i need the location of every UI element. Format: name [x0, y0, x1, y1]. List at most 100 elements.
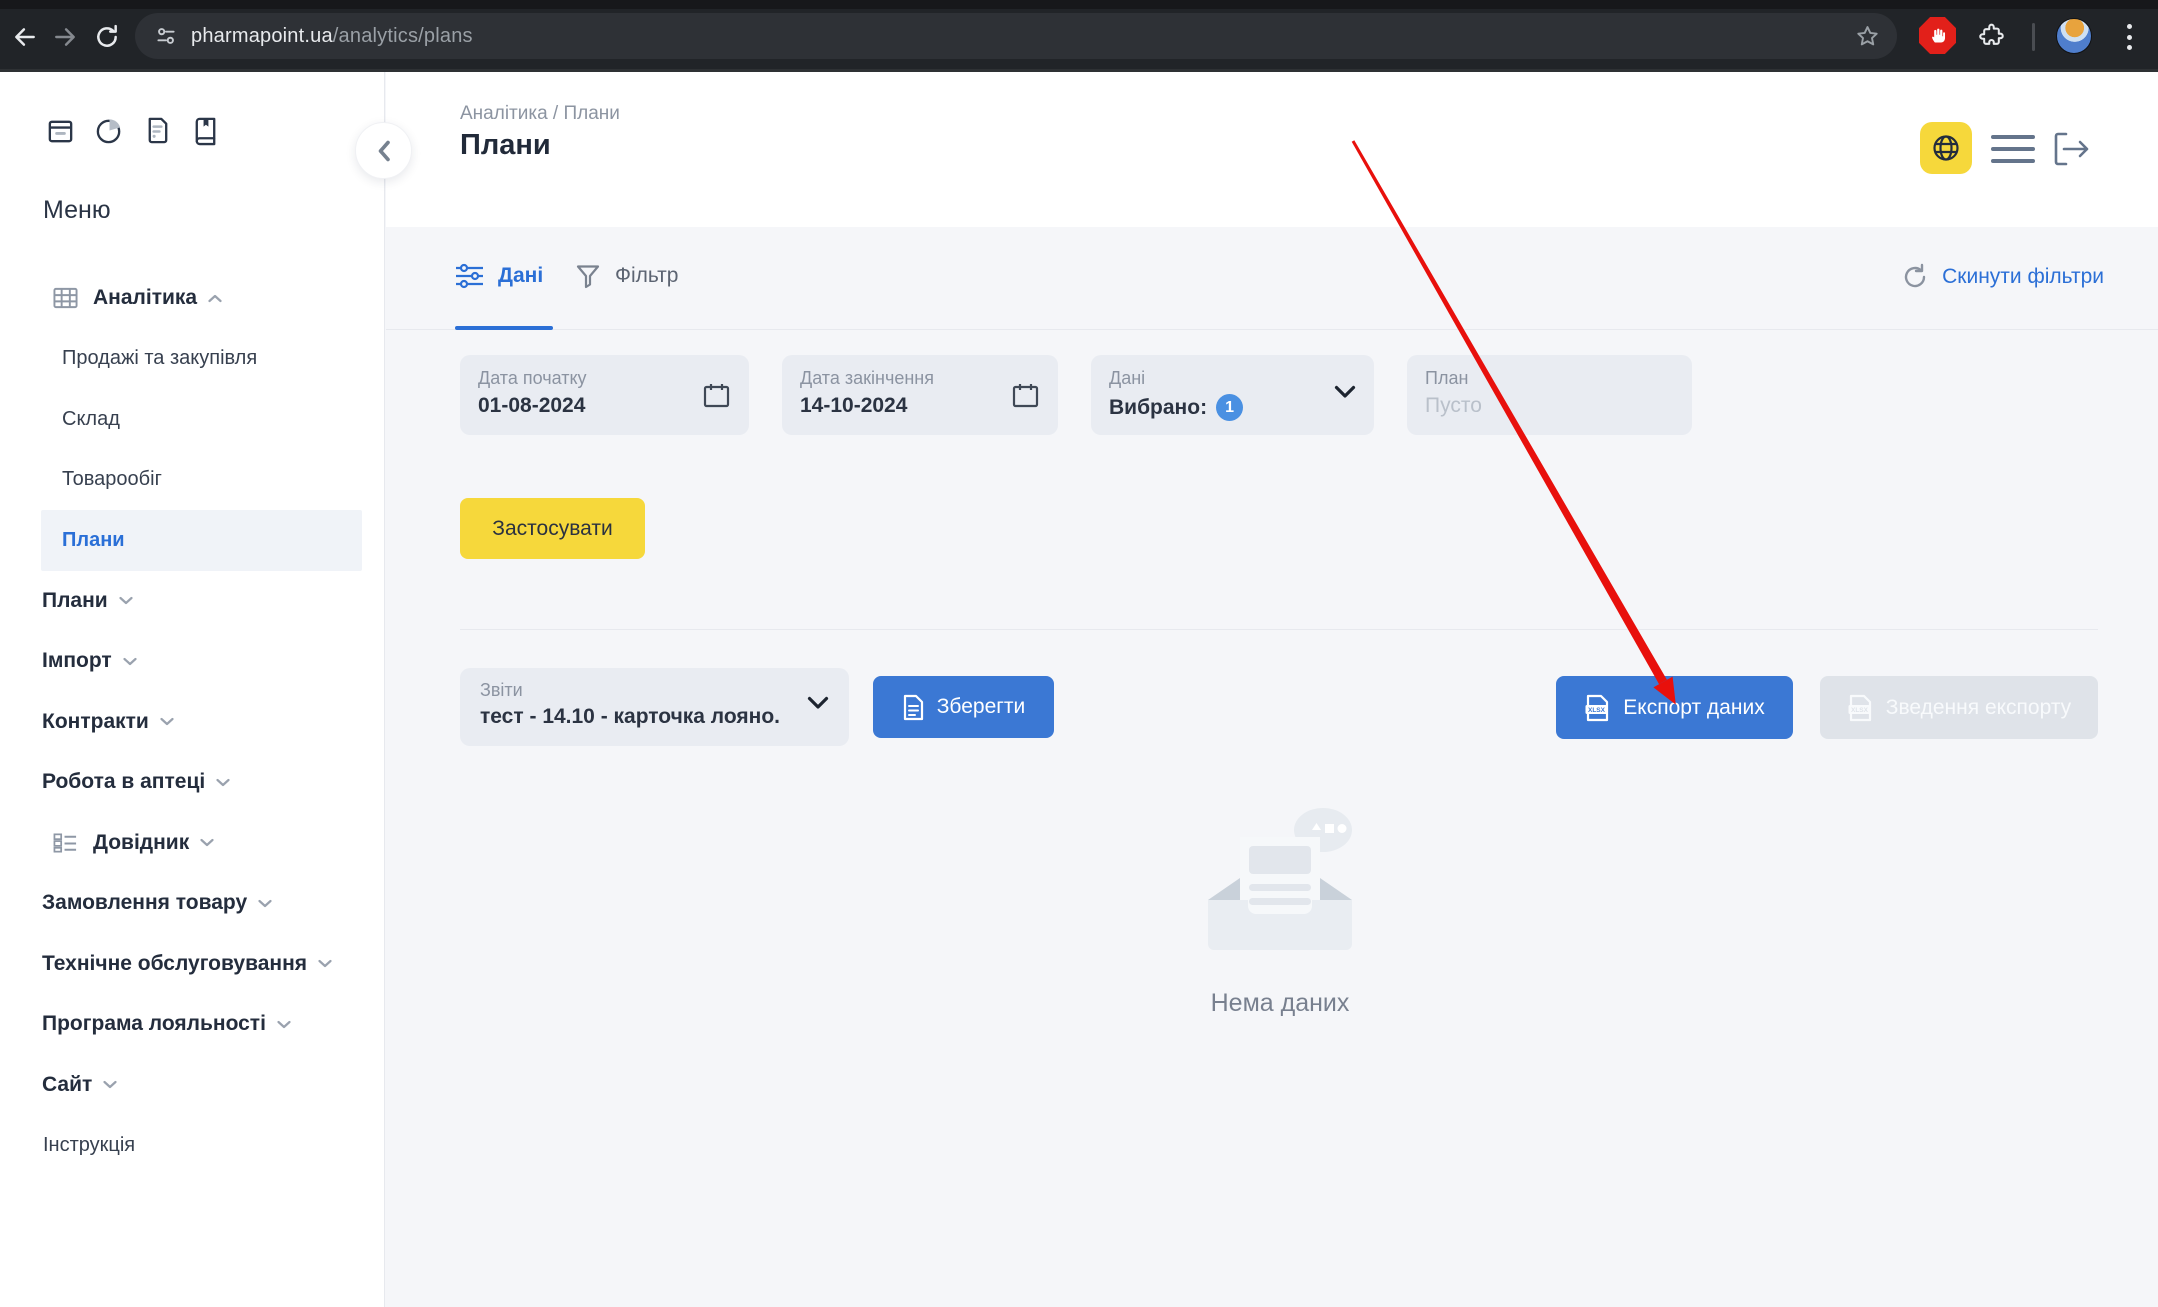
url-host: pharmapoint.ua — [191, 25, 333, 47]
chevron-down-icon — [258, 899, 272, 908]
field-label: План — [1425, 368, 1674, 389]
app-root: Меню Аналітика Продажі та закупівля Скла… — [0, 72, 2158, 1307]
chevron-down-icon — [277, 1020, 291, 1029]
chevron-down-icon — [318, 959, 332, 968]
browser-reload-button[interactable] — [90, 20, 124, 54]
sidebar-item-contracts[interactable]: Контракти — [0, 692, 384, 753]
sidebar-item-label: Замовлення товару — [42, 891, 247, 915]
section-divider — [460, 629, 2098, 630]
book-icon[interactable] — [190, 115, 221, 146]
xlsx-file-icon: XLSX — [1584, 694, 1611, 722]
sidebar-item-loyalty-program[interactable]: Програма лояльності — [0, 994, 384, 1055]
reload-icon — [94, 24, 120, 50]
xlsx-file-icon: XLSX — [1847, 694, 1874, 722]
logout-button[interactable] — [2052, 130, 2092, 168]
refresh-icon — [1901, 263, 1929, 291]
sidebar-item-goods-order[interactable]: Замовлення товару — [0, 873, 384, 934]
pie-chart-icon[interactable] — [94, 115, 125, 146]
sidebar-item-label: Плани — [42, 589, 108, 613]
adblock-extension-icon[interactable] — [1919, 17, 1956, 54]
main-area: Аналітика / Плани Плани Дані — [386, 72, 2158, 1307]
save-button[interactable]: Зберегти — [873, 676, 1054, 738]
sidebar-item-maintenance[interactable]: Технічне обслуговування — [0, 934, 384, 995]
sidebar-nav: Аналітика Продажі та закупівля Склад Тов… — [0, 268, 384, 1176]
sidebar-item-import[interactable]: Імпорт — [0, 631, 384, 692]
toolbar-divider — [2032, 23, 2035, 51]
sidebar-item-site[interactable]: Сайт — [0, 1055, 384, 1116]
sidebar-item-label: Програма лояльності — [42, 1012, 266, 1036]
chevron-down-icon — [1334, 385, 1356, 404]
sidebar-item-pharmacy-work[interactable]: Робота в аптеці — [0, 752, 384, 813]
plan-select-field[interactable]: План Пусто — [1407, 355, 1692, 435]
chevron-down-icon — [103, 1080, 117, 1089]
menu-toggle-button[interactable] — [1991, 135, 2035, 163]
page-header: Аналітика / Плани Плани — [386, 72, 2158, 227]
sidebar-item-directory[interactable]: Довідник — [0, 813, 384, 874]
archive-box-icon[interactable] — [45, 115, 76, 146]
svg-text:XLSX: XLSX — [1588, 707, 1606, 714]
calendar-icon[interactable] — [702, 381, 731, 415]
save-button-label: Зберегти — [937, 695, 1026, 719]
document-icon[interactable] — [143, 115, 172, 146]
extensions-puzzle-icon[interactable] — [1974, 19, 2008, 53]
sidebar-item-plans-active[interactable]: Плани — [41, 510, 362, 571]
sidebar-collapse-button[interactable] — [355, 122, 412, 179]
start-date-field[interactable]: Дата початку 01-08-2024 — [460, 355, 749, 435]
sidebar-item-label: Продажі та закупівля — [62, 347, 257, 370]
tab-data[interactable]: Дані — [455, 263, 543, 289]
sidebar-item-label: Довідник — [93, 831, 189, 855]
sidebar-item-warehouse[interactable]: Склад — [0, 389, 384, 450]
logout-icon — [2052, 130, 2092, 168]
address-bar[interactable]: pharmapoint.ua/analytics/plans — [135, 13, 1897, 59]
sidebar-item-turnover[interactable]: Товарообіг — [0, 450, 384, 511]
sidebar-item-label: Інструкція — [43, 1134, 135, 1157]
tab-strip — [0, 0, 2158, 9]
reset-filters-link[interactable]: Скинути фільтри — [1901, 263, 2104, 291]
profile-avatar[interactable] — [2056, 18, 2092, 54]
browser-menu-button[interactable] — [2122, 22, 2136, 52]
empty-state: Нема даних — [394, 800, 2158, 1018]
content-area: Дані Фільтр Скинути фільтри Дата початку — [386, 227, 2158, 1307]
browser-forward-button[interactable] — [48, 20, 82, 54]
bookmark-star-icon[interactable] — [1854, 23, 1881, 55]
data-select-field[interactable]: Дані Вибрано:1 — [1091, 355, 1374, 435]
report-select-field[interactable]: Звіти тест - 14.10 - карточка лояно... — [460, 668, 849, 746]
reports-row: Звіти тест - 14.10 - карточка лояно... З… — [460, 668, 2098, 746]
forward-icon — [52, 24, 78, 50]
field-label: Дані — [1109, 368, 1356, 389]
sidebar-item-label: Робота в аптеці — [42, 770, 205, 794]
globe-icon — [1930, 132, 1962, 164]
sidebar-item-label: Імпорт — [42, 649, 112, 673]
sidebar: Меню Аналітика Продажі та закупівля Скла… — [0, 72, 385, 1307]
tab-data-label: Дані — [498, 264, 543, 288]
sidebar-item-analytics[interactable]: Аналітика — [0, 268, 384, 329]
export-summary-label: Зведення експорту — [1886, 696, 2071, 720]
export-data-button[interactable]: XLSX Експорт даних — [1556, 676, 1793, 739]
browser-toolbar: pharmapoint.ua/analytics/plans — [0, 0, 2158, 72]
sidebar-item-label: Товарообіг — [62, 468, 162, 491]
export-button-label: Експорт даних — [1623, 696, 1764, 720]
calendar-icon[interactable] — [1011, 381, 1040, 415]
tab-filter[interactable]: Фільтр — [575, 263, 678, 289]
filters-row: Дата початку 01-08-2024 Дата закінчення … — [460, 355, 1692, 435]
language-button[interactable] — [1920, 122, 1972, 174]
field-value: тест - 14.10 - карточка лояно... — [480, 705, 780, 729]
sidebar-item-label: Аналітика — [93, 286, 197, 310]
list-icon — [53, 832, 78, 854]
active-tab-underline — [455, 326, 553, 330]
browser-back-button[interactable] — [8, 20, 42, 54]
sidebar-item-plans-section[interactable]: Плани — [0, 571, 384, 632]
sidebar-item-instruction[interactable]: Інструкція — [0, 1115, 384, 1176]
svg-text:XLSX: XLSX — [1851, 707, 1869, 714]
site-info-icon[interactable] — [153, 23, 179, 49]
url-text: pharmapoint.ua/analytics/plans — [191, 25, 473, 48]
sidebar-item-sales-purchase[interactable]: Продажі та закупівля — [0, 329, 384, 390]
chevron-down-icon — [216, 778, 230, 787]
export-summary-button[interactable]: XLSX Зведення експорту — [1820, 676, 2098, 739]
field-value: Вибрано: — [1109, 396, 1207, 420]
apply-button[interactable]: Застосувати — [460, 498, 645, 559]
back-icon — [12, 24, 38, 50]
screen: pharmapoint.ua/analytics/plans — [0, 0, 2158, 1307]
end-date-field[interactable]: Дата закінчення 14-10-2024 — [782, 355, 1058, 435]
sliders-icon — [455, 263, 484, 289]
